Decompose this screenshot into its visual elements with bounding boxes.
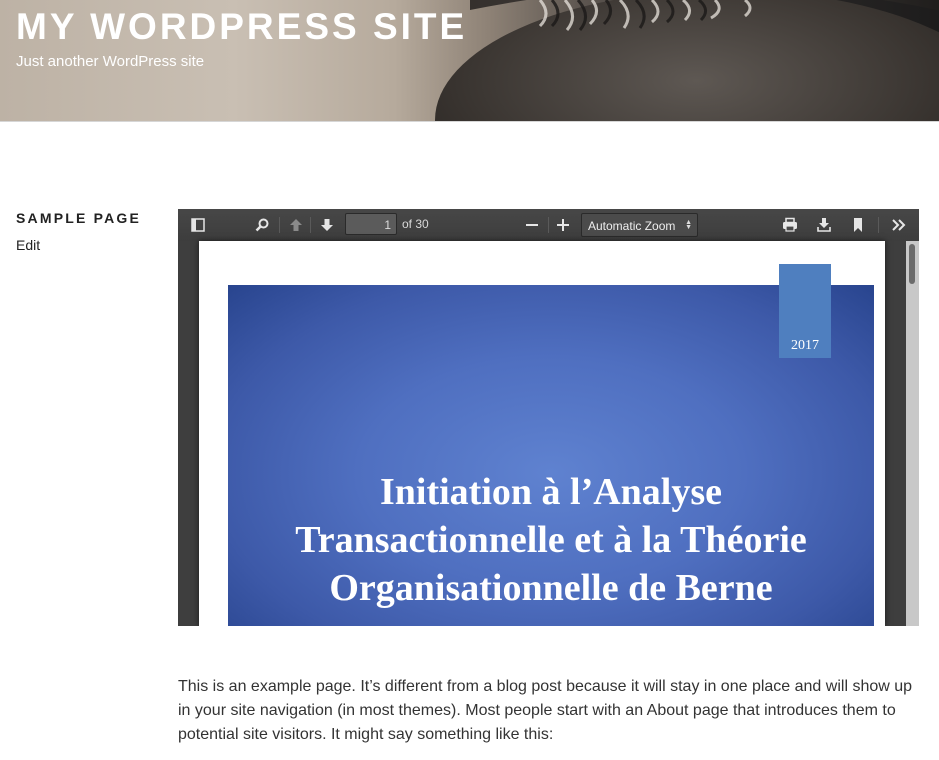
- page-content-paragraph: This is an example page. It’s different …: [178, 678, 913, 743]
- tools-button[interactable]: [887, 214, 911, 236]
- zoom-select-value: Automatic Zoom: [588, 219, 676, 233]
- toolbar-separator: [310, 217, 311, 233]
- edit-link[interactable]: Edit: [16, 236, 40, 254]
- zoom-in-icon: [557, 219, 569, 231]
- next-page-button[interactable]: [315, 214, 339, 236]
- page-count: of 30: [402, 217, 429, 231]
- bookmark-button[interactable]: [846, 214, 870, 236]
- toolbar-separator: [878, 217, 879, 233]
- pdf-viewer: 1 of 30 Automatic Zoom ▲ ▼ Initiation à …: [178, 209, 919, 626]
- zoom-out-button[interactable]: [520, 214, 544, 236]
- sidebar-toggle-icon: [191, 218, 205, 232]
- slide: Initiation à l’Analyse Transactionnelle …: [228, 285, 874, 626]
- pdf-page: Initiation à l’Analyse Transactionnelle …: [199, 241, 885, 626]
- zoom-select[interactable]: Automatic Zoom ▲ ▼: [581, 213, 698, 237]
- zoom-out-icon: [526, 224, 538, 226]
- tools-icon: [892, 219, 906, 231]
- bookmark-icon: [854, 218, 862, 232]
- slide-title: Initiation à l’Analyse Transactionnelle …: [228, 468, 874, 612]
- print-button[interactable]: [778, 214, 802, 236]
- zoom-in-button[interactable]: [551, 214, 575, 236]
- toolbar-separator: [548, 217, 549, 233]
- site-description: Just another WordPress site: [16, 53, 205, 70]
- pdf-toolbar: 1 of 30 Automatic Zoom ▲ ▼: [178, 209, 919, 241]
- sidebar-toggle-button[interactable]: [186, 214, 210, 236]
- site-title[interactable]: My WordPress Site: [16, 6, 467, 48]
- vertical-scrollbar[interactable]: [906, 241, 919, 626]
- page-number-input[interactable]: 1: [345, 213, 397, 235]
- previous-page-button[interactable]: [284, 214, 308, 236]
- search-icon: [255, 218, 269, 232]
- slide-title-line: Transactionnelle et à la Théorie: [295, 519, 807, 561]
- site-header: My WordPress Site Just another WordPress…: [0, 0, 939, 122]
- previous-page-icon: [290, 219, 302, 231]
- year-label: 2017: [791, 338, 819, 353]
- year-tab: 2017: [779, 264, 831, 358]
- toolbar-separator: [279, 217, 280, 233]
- download-button[interactable]: [812, 214, 836, 236]
- next-page-icon: [321, 219, 333, 231]
- print-icon: [783, 217, 797, 232]
- slide-title-line: Organisationnelle de Berne: [329, 567, 773, 609]
- page-title: Sample Page: [16, 210, 142, 226]
- download-icon: [817, 218, 831, 232]
- scrollbar-thumb[interactable]: [909, 244, 915, 284]
- find-button[interactable]: [250, 214, 274, 236]
- select-arrows-icon: ▲ ▼: [685, 219, 692, 231]
- pdf-canvas[interactable]: Initiation à l’Analyse Transactionnelle …: [178, 241, 919, 626]
- slide-title-line: Initiation à l’Analyse: [379, 471, 723, 513]
